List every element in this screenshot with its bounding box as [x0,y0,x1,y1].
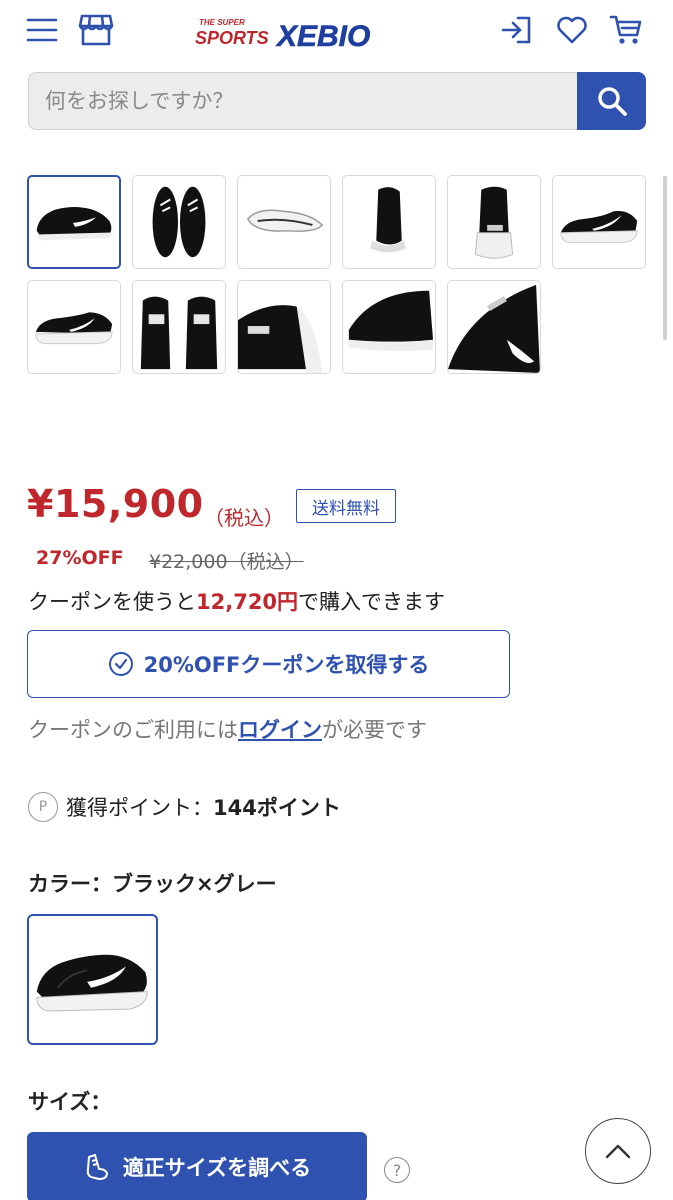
product-price: ¥15,900 [27,482,204,526]
thumbnail-3[interactable] [237,175,331,269]
store-icon[interactable] [78,12,114,48]
points-label: 獲得ポイント： [66,796,213,820]
thumbnail-11[interactable] [447,280,541,374]
gallery-scrollbar[interactable] [663,176,667,340]
login-note-suffix: が必要です [322,718,427,742]
color-option-black-grey[interactable] [27,914,158,1045]
check-circle-icon [108,651,134,677]
search-bar [28,72,646,130]
login-note-prefix: クーポンのご利用には [28,718,238,742]
logo-the-super: THE SUPER [199,18,245,27]
thumbnail-7[interactable] [27,280,121,374]
thumbnail-6[interactable] [552,175,646,269]
size-label: サイズ： [28,1090,112,1114]
heart-icon[interactable] [554,12,590,48]
thumbnail-9[interactable] [237,280,331,374]
thumbnail-10[interactable] [342,280,436,374]
find-size-label: 適正サイズを調べる [122,1156,312,1180]
discount-rate: 27%OFF [36,547,124,569]
hamburger-menu-icon[interactable] [24,12,60,48]
scroll-to-top-button[interactable] [585,1118,651,1184]
thumbnail-1[interactable] [27,175,121,269]
logo-xebio: XEBIO [275,20,370,52]
original-price: ¥22,000（税込） [149,551,304,573]
tax-label: （税込） [204,506,284,530]
coupon-price: 12,720円 [196,590,299,614]
points-row: P 獲得ポイント： 144ポイント [28,790,341,824]
logo-sports: SPORTS [195,28,269,48]
thumbnail-5[interactable] [447,175,541,269]
free-shipping-badge: 送料無料 [296,489,396,523]
thumbnail-8[interactable] [132,280,226,374]
cart-icon[interactable] [608,12,644,48]
find-size-button[interactable]: 適正サイズを調べる [27,1132,367,1200]
get-coupon-button[interactable]: 20%OFFクーポンを取得する [27,630,510,698]
search-input[interactable] [28,72,578,130]
foot-ruler-icon [83,1153,111,1181]
coupon-login-note: クーポンのご利用にはログインが必要です [28,714,427,744]
search-icon [597,87,627,116]
header: THE SUPER SPORTS XEBIO [0,0,673,64]
login-link[interactable]: ログイン [238,718,322,742]
help-icon[interactable]: ? [384,1157,410,1183]
site-logo[interactable]: THE SUPER SPORTS XEBIO [193,12,419,53]
points-icon: P [28,792,58,822]
thumbnail-4[interactable] [342,175,436,269]
coupon-line-prefix: クーポンを使うと [28,590,196,614]
coupon-price-text: クーポンを使うと12,720円で購入できます [28,586,445,616]
search-button[interactable] [577,72,646,130]
coupon-line-suffix: で購入できます [298,590,446,614]
points-value: 144ポイント [213,796,341,820]
color-label: カラー：ブラック×グレー [28,872,277,896]
login-icon[interactable] [498,12,534,48]
thumbnail-2[interactable] [132,175,226,269]
get-coupon-label: 20%OFFクーポンを取得する [143,653,430,677]
chevron-up-icon [605,1144,631,1159]
